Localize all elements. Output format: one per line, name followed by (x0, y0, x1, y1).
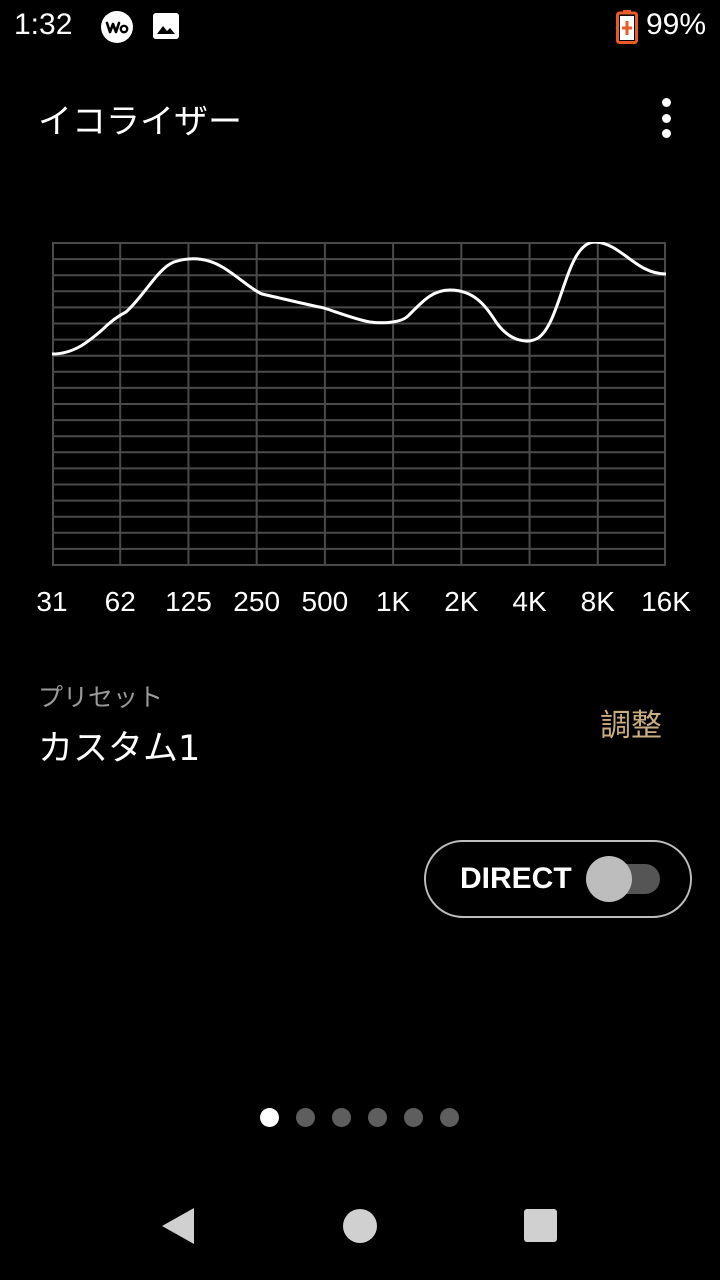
frequency-label: 8K (580, 586, 615, 617)
page-dot[interactable] (260, 1108, 279, 1127)
walkman-icon (101, 11, 133, 43)
recents-icon[interactable] (524, 1209, 557, 1242)
page-dot[interactable] (404, 1108, 423, 1127)
switch-thumb (586, 856, 632, 902)
page-dot[interactable] (332, 1108, 351, 1127)
eq-graph[interactable] (52, 242, 666, 566)
frequency-label: 1K (375, 586, 411, 617)
frequency-label: 500 (301, 586, 349, 617)
back-icon[interactable] (160, 1206, 196, 1246)
frequency-label: 31 (36, 586, 68, 617)
frequency-label: 125 (165, 586, 212, 617)
battery-charging-icon (616, 10, 638, 44)
more-vert-icon[interactable] (646, 96, 686, 140)
direct-toggle[interactable]: DIRECT (424, 840, 692, 918)
home-icon[interactable] (343, 1209, 377, 1243)
preset-caption: プリセット (38, 683, 164, 712)
page-title: イコライザー (38, 102, 242, 142)
frequency-label: 62 (104, 586, 136, 617)
frequency-label: 16K (641, 586, 691, 617)
preset-value[interactable]: カスタム1 (38, 720, 200, 771)
battery-level: 99% (645, 8, 706, 41)
page-dot[interactable] (368, 1108, 387, 1127)
adjust-button[interactable]: 調整 (600, 700, 662, 745)
page-dot[interactable] (296, 1108, 315, 1127)
direct-label: DIRECT (460, 862, 572, 895)
frequency-label: 4K (512, 586, 547, 617)
frequency-label: 2K (444, 586, 479, 617)
status-bar: 1:32 99% (0, 0, 720, 56)
frequency-labels: 31 62 125 250 500 1K 2K 4K 8K 16K (0, 586, 720, 622)
frequency-label: 250 (233, 586, 281, 617)
page-dot[interactable] (440, 1108, 459, 1127)
status-time: 1:32 (14, 8, 73, 41)
image-icon (153, 13, 179, 39)
